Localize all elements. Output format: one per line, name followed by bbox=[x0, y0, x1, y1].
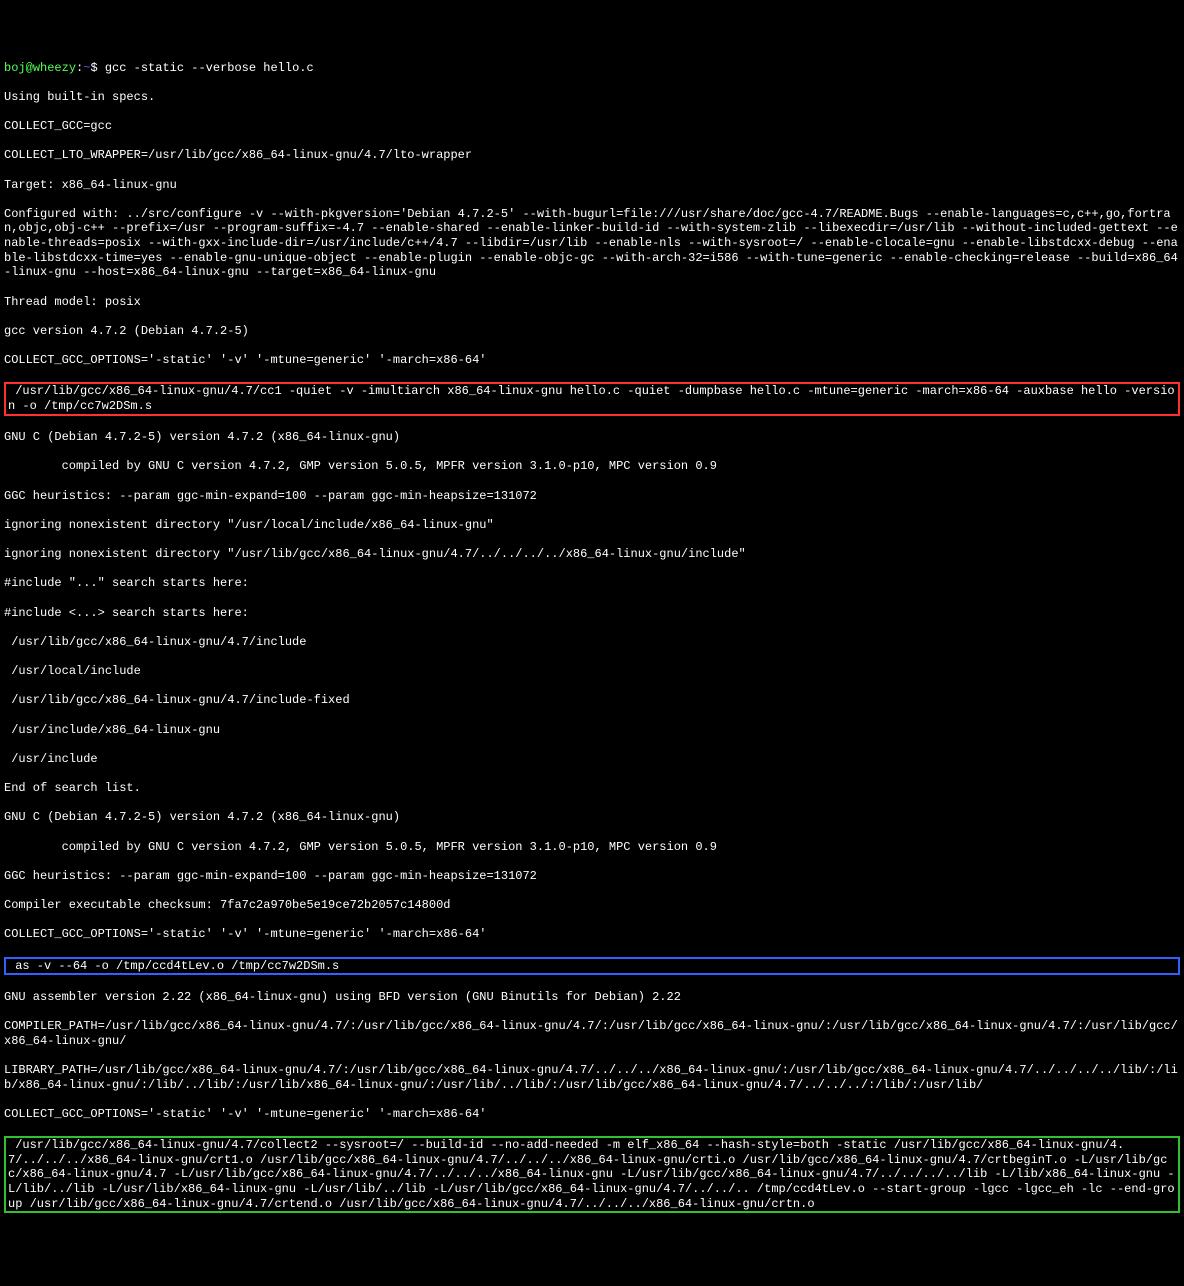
output-line: #include <...> search starts here: bbox=[4, 606, 1180, 621]
cc1-command: /usr/lib/gcc/x86_64-linux-gnu/4.7/cc1 -q… bbox=[8, 384, 1175, 413]
highlight-link-command: /usr/lib/gcc/x86_64-linux-gnu/4.7/collec… bbox=[4, 1136, 1180, 1213]
output-line: GGC heuristics: --param ggc-min-expand=1… bbox=[4, 489, 1180, 504]
highlight-compile-command: /usr/lib/gcc/x86_64-linux-gnu/4.7/cc1 -q… bbox=[4, 382, 1180, 415]
output-line: COLLECT_LTO_WRAPPER=/usr/lib/gcc/x86_64-… bbox=[4, 148, 1180, 163]
output-line: gcc version 4.7.2 (Debian 4.7.2-5) bbox=[4, 324, 1180, 339]
prompt-host: wheezy bbox=[33, 61, 76, 75]
output-line: GNU assembler version 2.22 (x86_64-linux… bbox=[4, 990, 1180, 1005]
output-line: #include "..." search starts here: bbox=[4, 576, 1180, 591]
output-line: COLLECT_GCC_OPTIONS='-static' '-v' '-mtu… bbox=[4, 1107, 1180, 1122]
output-line: /usr/include/x86_64-linux-gnu bbox=[4, 723, 1180, 738]
output-line: Target: x86_64-linux-gnu bbox=[4, 178, 1180, 193]
output-line: ignoring nonexistent directory "/usr/loc… bbox=[4, 518, 1180, 533]
as-command: as -v --64 -o /tmp/ccd4tLev.o /tmp/cc7w2… bbox=[8, 959, 339, 973]
prompt-symbol: $ bbox=[90, 61, 97, 75]
output-line: COMPILER_PATH=/usr/lib/gcc/x86_64-linux-… bbox=[4, 1019, 1180, 1048]
highlight-assemble-command: as -v --64 -o /tmp/ccd4tLev.o /tmp/cc7w2… bbox=[4, 957, 1180, 976]
command-prompt-line[interactable]: boj@wheezy:~$ gcc -static --verbose hell… bbox=[4, 61, 1180, 76]
output-line: compiled by GNU C version 4.7.2, GMP ver… bbox=[4, 459, 1180, 474]
prompt-at: @ bbox=[26, 61, 33, 75]
output-line: /usr/local/include bbox=[4, 664, 1180, 679]
output-line: /usr/lib/gcc/x86_64-linux-gnu/4.7/includ… bbox=[4, 635, 1180, 650]
output-line: COLLECT_GCC_OPTIONS='-static' '-v' '-mtu… bbox=[4, 353, 1180, 368]
output-line: LIBRARY_PATH=/usr/lib/gcc/x86_64-linux-g… bbox=[4, 1063, 1180, 1092]
output-line: /usr/include bbox=[4, 752, 1180, 767]
output-line: GNU C (Debian 4.7.2-5) version 4.7.2 (x8… bbox=[4, 810, 1180, 825]
output-line: Configured with: ../src/configure -v --w… bbox=[4, 207, 1180, 280]
output-line: compiled by GNU C version 4.7.2, GMP ver… bbox=[4, 840, 1180, 855]
output-line: Compiler executable checksum: 7fa7c2a970… bbox=[4, 898, 1180, 913]
output-line: Thread model: posix bbox=[4, 295, 1180, 310]
output-line: COLLECT_GCC_OPTIONS='-static' '-v' '-mtu… bbox=[4, 927, 1180, 942]
collect2-command: /usr/lib/gcc/x86_64-linux-gnu/4.7/collec… bbox=[8, 1138, 1175, 1211]
output-line: Using built-in specs. bbox=[4, 90, 1180, 105]
command-text: gcc -static --verbose hello.c bbox=[105, 61, 314, 75]
prompt-user: boj bbox=[4, 61, 26, 75]
output-line: COLLECT_GCC=gcc bbox=[4, 119, 1180, 134]
output-line: /usr/lib/gcc/x86_64-linux-gnu/4.7/includ… bbox=[4, 693, 1180, 708]
output-line: GNU C (Debian 4.7.2-5) version 4.7.2 (x8… bbox=[4, 430, 1180, 445]
output-line: End of search list. bbox=[4, 781, 1180, 796]
output-line: GGC heuristics: --param ggc-min-expand=1… bbox=[4, 869, 1180, 884]
output-line: ignoring nonexistent directory "/usr/lib… bbox=[4, 547, 1180, 562]
